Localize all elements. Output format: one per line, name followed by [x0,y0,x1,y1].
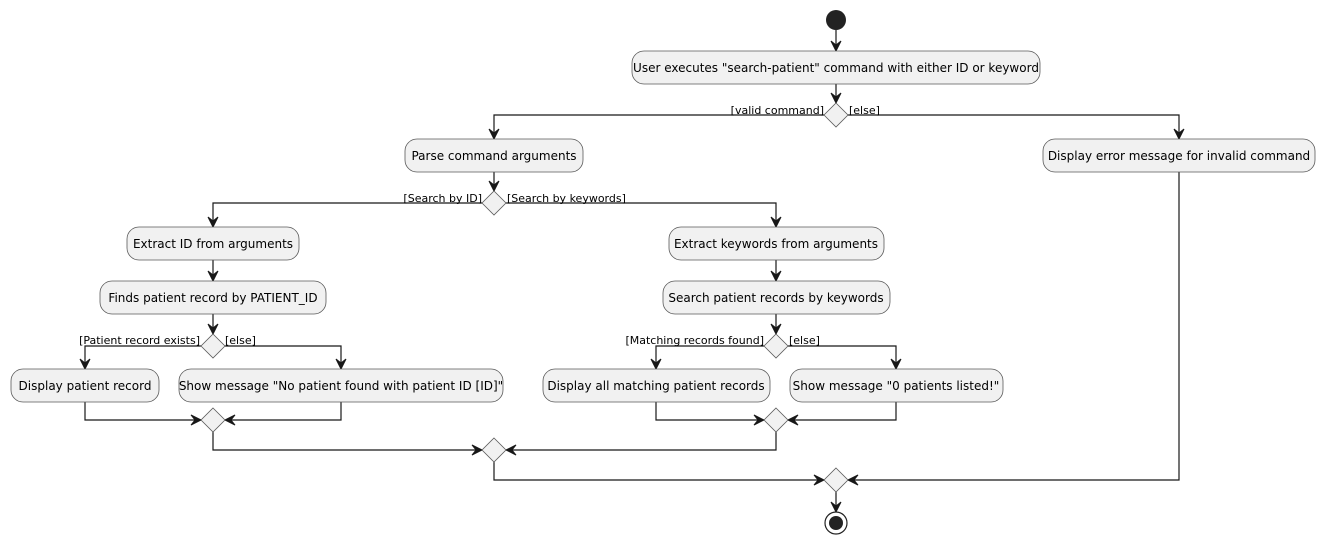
merge-final [823,467,849,493]
merge-id-branch [200,407,226,433]
svg-text:User executes "search-patient": User executes "search-patient" command w… [633,61,1039,75]
action-extract-keywords: Extract keywords from arguments [668,226,885,261]
svg-text:Display patient record: Display patient record [19,379,152,393]
edge-else-to-error [848,114,1180,139]
decision-matching-found [763,333,789,359]
svg-text:Search patient records by keyw: Search patient records by keywords [668,291,883,305]
edge-id-merge-to-search-merge [212,432,482,451]
edge-display-record-to-merge [84,402,201,421]
action-user-executes: User executes "search-patient" command w… [631,50,1041,85]
svg-text:Extract ID from arguments: Extract ID from arguments [133,237,293,251]
edge-zero-to-merge [788,402,897,421]
edge-search-merge-to-final [493,462,824,481]
svg-text:Show message "0 patients liste: Show message "0 patients listed!" [793,379,1000,393]
edges [79,30,1185,514]
guard-else-invalid: [else] [849,104,880,117]
decision-valid-command [823,102,849,128]
merge-keyword-branch [763,407,789,433]
merge-search-branches [481,437,507,463]
action-no-patient-message: Show message "No patient found with pati… [178,368,504,403]
guard-else-no-record: [else] [225,334,256,347]
svg-text:Parse command arguments: Parse command arguments [411,149,576,163]
action-display-all-matching: Display all matching patient records [542,368,771,403]
guard-valid-command: [valid command] [731,104,824,117]
edge-to-no-patient [225,345,342,369]
edge-error-to-final [848,172,1180,481]
action-search-keywords: Search patient records by keywords [662,280,891,315]
guard-else-no-match: [else] [789,334,820,347]
edge-valid-to-parse [493,114,824,139]
edge-display-all-to-merge [655,402,764,421]
decision-search-type [481,190,507,216]
edge-kw-merge-to-search-merge [506,432,777,451]
action-find-by-id: Finds patient record by PATIENT_ID [99,280,327,315]
decision-record-exists [200,333,226,359]
edge-to-zero-patients [788,345,897,369]
svg-text:Finds patient record by PATIEN: Finds patient record by PATIENT_ID [108,291,317,305]
action-extract-id: Extract ID from arguments [126,226,300,261]
edge-to-extract-id [212,202,482,227]
edge-to-display-all [655,345,764,369]
guard-search-by-id: [Search by ID] [403,192,482,205]
edge-no-patient-to-merge [225,402,342,421]
svg-text:Display all matching patient r: Display all matching patient records [547,379,764,393]
activity-diagram: User executes "search-patient" command w… [10,10,1316,535]
start-node [826,10,846,30]
edge-to-extract-keywords [506,202,777,227]
edge-to-display-record [84,345,201,369]
svg-text:Display error message for inva: Display error message for invalid comman… [1048,149,1310,163]
action-zero-patients-message: Show message "0 patients listed!" [789,368,1004,403]
action-display-error: Display error message for invalid comman… [1042,138,1316,173]
action-display-record: Display patient record [10,368,160,403]
guard-search-by-keywords: [Search by keywords] [507,192,626,205]
guard-record-exists: [Patient record exists] [79,334,200,347]
end-node-inner [829,516,843,530]
svg-text:Show message "No patient found: Show message "No patient found with pati… [179,379,503,393]
svg-text:Extract keywords from argument: Extract keywords from arguments [674,237,878,251]
action-parse-arguments: Parse command arguments [404,138,584,173]
guard-matching-found: [Matching records found] [625,334,764,347]
